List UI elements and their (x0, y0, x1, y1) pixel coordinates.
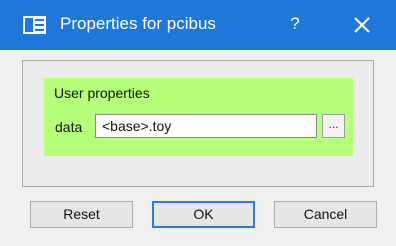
properties-dialog: Properties for pcibus ? User properties … (0, 0, 396, 246)
browse-button[interactable]: ... (322, 114, 345, 138)
reset-button[interactable]: Reset (30, 201, 133, 228)
help-button[interactable]: ? (284, 12, 306, 36)
data-label: data (55, 119, 83, 135)
ok-button[interactable]: OK (152, 201, 255, 228)
title-bar[interactable]: Properties for pcibus ? (0, 0, 396, 50)
data-input[interactable]: <base>.toy (95, 114, 317, 138)
cancel-button[interactable]: Cancel (274, 201, 377, 228)
close-button[interactable] (350, 13, 374, 37)
window-title: Properties for pcibus (60, 14, 216, 33)
window-icon (23, 16, 46, 34)
close-icon (354, 17, 370, 33)
group-title: User properties (54, 85, 150, 101)
